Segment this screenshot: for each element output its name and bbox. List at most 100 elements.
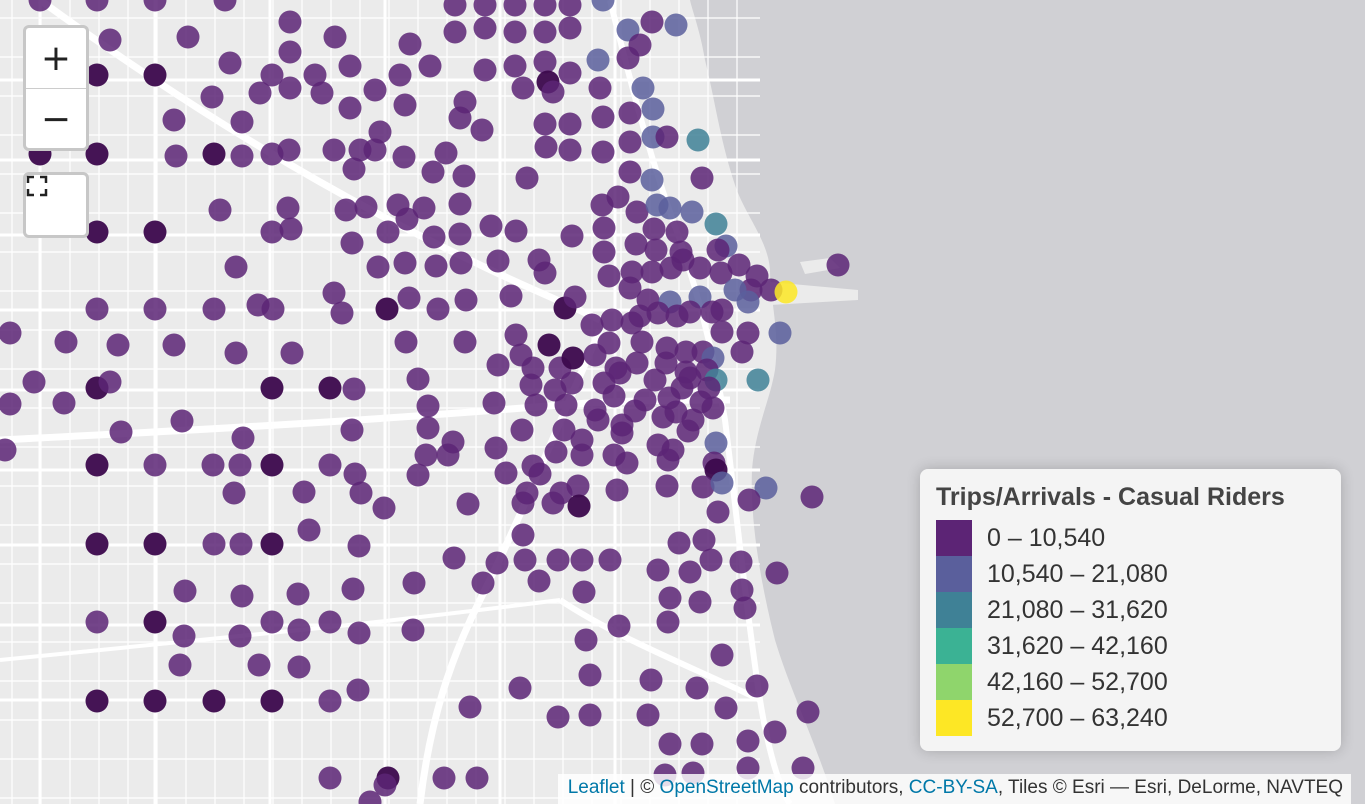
- station-marker[interactable]: [560, 371, 584, 395]
- station-marker[interactable]: [800, 485, 824, 509]
- station-marker[interactable]: [278, 76, 302, 100]
- station-marker[interactable]: [231, 426, 255, 450]
- station-marker[interactable]: [338, 54, 362, 78]
- station-marker[interactable]: [482, 391, 506, 415]
- station-marker[interactable]: [22, 370, 46, 394]
- station-marker[interactable]: [676, 419, 700, 443]
- station-marker[interactable]: [558, 61, 582, 85]
- station-marker[interactable]: [424, 254, 448, 278]
- station-marker[interactable]: [260, 453, 284, 477]
- station-marker[interactable]: [366, 255, 390, 279]
- station-marker[interactable]: [678, 560, 702, 584]
- station-marker[interactable]: [228, 453, 252, 477]
- station-marker[interactable]: [515, 166, 539, 190]
- station-marker[interactable]: [449, 251, 473, 275]
- station-marker[interactable]: [402, 571, 426, 595]
- station-marker[interactable]: [566, 474, 590, 498]
- station-marker[interactable]: [503, 20, 527, 44]
- station-marker[interactable]: [395, 207, 419, 231]
- station-marker[interactable]: [618, 101, 642, 125]
- station-marker[interactable]: [641, 97, 665, 121]
- station-marker[interactable]: [292, 480, 316, 504]
- station-marker[interactable]: [278, 10, 302, 34]
- station-marker[interactable]: [572, 580, 596, 604]
- station-marker[interactable]: [546, 548, 570, 572]
- station-marker[interactable]: [448, 106, 472, 130]
- station-marker[interactable]: [363, 138, 387, 162]
- station-marker[interactable]: [414, 443, 438, 467]
- station-marker[interactable]: [85, 532, 109, 556]
- station-marker[interactable]: [736, 290, 760, 314]
- station-marker[interactable]: [85, 453, 109, 477]
- station-marker[interactable]: [706, 238, 730, 262]
- station-marker[interactable]: [588, 76, 612, 100]
- station-marker[interactable]: [484, 436, 508, 460]
- station-marker[interactable]: [260, 532, 284, 556]
- station-marker[interactable]: [330, 301, 354, 325]
- station-marker[interactable]: [618, 130, 642, 154]
- station-marker[interactable]: [591, 105, 615, 129]
- station-marker[interactable]: [680, 200, 704, 224]
- station-marker[interactable]: [567, 494, 591, 518]
- station-marker[interactable]: [746, 368, 770, 392]
- station-marker[interactable]: [558, 16, 582, 40]
- station-marker[interactable]: [688, 590, 712, 614]
- station-marker[interactable]: [533, 50, 557, 74]
- station-marker[interactable]: [297, 518, 321, 542]
- openstreetmap-link[interactable]: OpenStreetMap: [660, 777, 794, 798]
- station-marker[interactable]: [287, 655, 311, 679]
- station-marker[interactable]: [260, 376, 284, 400]
- station-marker[interactable]: [504, 219, 528, 243]
- station-marker[interactable]: [287, 618, 311, 642]
- station-marker[interactable]: [510, 418, 534, 442]
- station-marker[interactable]: [471, 571, 495, 595]
- station-marker[interactable]: [519, 373, 543, 397]
- station-marker[interactable]: [172, 624, 196, 648]
- station-marker[interactable]: [606, 185, 630, 209]
- station-marker[interactable]: [685, 676, 709, 700]
- station-marker[interactable]: [574, 628, 598, 652]
- station-marker[interactable]: [230, 584, 254, 608]
- station-marker[interactable]: [202, 689, 226, 713]
- station-marker[interactable]: [202, 297, 226, 321]
- station-marker[interactable]: [432, 766, 456, 790]
- station-marker[interactable]: [605, 478, 629, 502]
- station-marker[interactable]: [640, 168, 664, 192]
- station-marker[interactable]: [690, 166, 714, 190]
- station-marker[interactable]: [406, 367, 430, 391]
- station-marker[interactable]: [247, 653, 271, 677]
- station-marker[interactable]: [774, 280, 798, 304]
- station-marker[interactable]: [202, 532, 226, 556]
- station-marker[interactable]: [434, 141, 458, 165]
- station-marker[interactable]: [554, 393, 578, 417]
- station-marker[interactable]: [745, 674, 769, 698]
- station-marker[interactable]: [642, 217, 666, 241]
- station-marker[interactable]: [342, 377, 366, 401]
- station-marker[interactable]: [318, 453, 342, 477]
- station-marker[interactable]: [85, 610, 109, 634]
- station-marker[interactable]: [607, 614, 631, 638]
- station-marker[interactable]: [230, 144, 254, 168]
- station-marker[interactable]: [143, 453, 167, 477]
- station-marker[interactable]: [737, 488, 761, 512]
- station-marker[interactable]: [401, 618, 425, 642]
- station-marker[interactable]: [276, 196, 300, 220]
- station-marker[interactable]: [688, 256, 712, 280]
- station-marker[interactable]: [280, 341, 304, 365]
- station-marker[interactable]: [616, 46, 640, 70]
- leaflet-link[interactable]: Leaflet: [568, 777, 625, 798]
- station-marker[interactable]: [278, 40, 302, 64]
- station-marker[interactable]: [570, 548, 594, 572]
- station-marker[interactable]: [639, 668, 663, 692]
- license-link[interactable]: CC-BY-SA: [909, 777, 998, 798]
- station-marker[interactable]: [691, 475, 715, 499]
- station-marker[interactable]: [398, 32, 422, 56]
- station-marker[interactable]: [230, 110, 254, 134]
- station-marker[interactable]: [658, 586, 682, 610]
- station-marker[interactable]: [690, 732, 714, 756]
- station-marker[interactable]: [318, 376, 342, 400]
- station-marker[interactable]: [486, 249, 510, 273]
- station-marker[interactable]: [701, 396, 725, 420]
- station-marker[interactable]: [615, 451, 639, 475]
- station-marker[interactable]: [228, 624, 252, 648]
